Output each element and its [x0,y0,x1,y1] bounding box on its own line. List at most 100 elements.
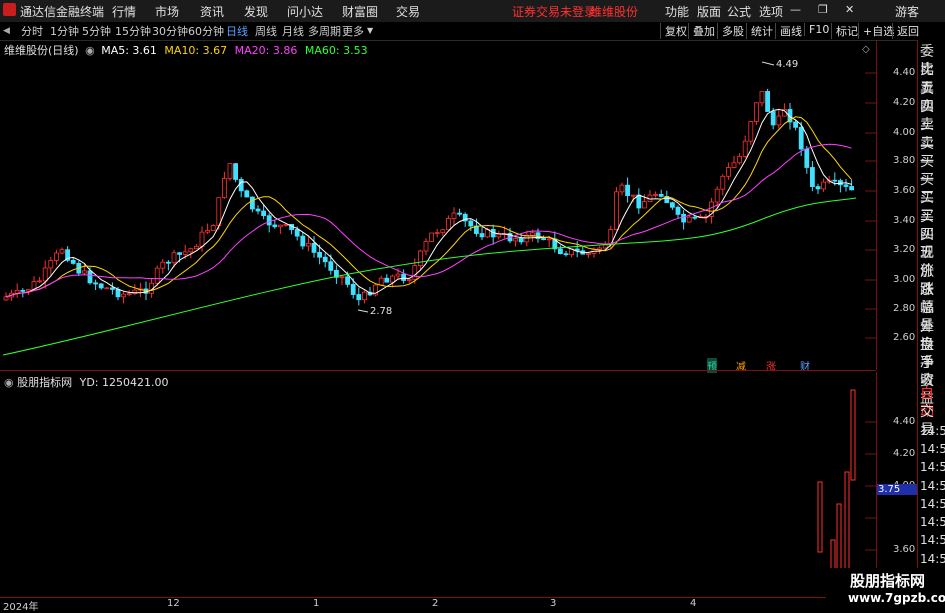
candle-body [597,247,602,250]
candle-body [378,277,384,286]
candle-body [770,111,776,126]
candle-body [115,289,121,298]
menu-jiaoyi[interactable]: 交易 [396,3,420,20]
candle-body [563,253,569,256]
candle-body [199,231,205,247]
tool-huaxian[interactable]: 画线 [775,23,802,39]
candle-body [737,156,742,164]
candle-body [798,126,804,150]
indicator-current-value: 3.75 [877,484,918,495]
x-label-2024: 2024年 [3,602,39,613]
period-60min[interactable]: 60分钟 [188,23,224,39]
period-fenshi[interactable]: 分时 [21,23,43,39]
y-tick-label: 3.40 [893,215,916,226]
tool-biaoji[interactable]: 标记 [831,23,858,39]
candle-body [3,296,9,301]
tool-f10[interactable]: F10 [804,23,829,36]
period-multi[interactable]: 多周期 [308,23,341,39]
tool-diejia[interactable]: 叠加 [688,23,715,39]
minimize-icon[interactable]: — [790,3,801,16]
candle-body [742,140,748,157]
menu-banmian[interactable]: 版面 [697,3,721,20]
tick-time: 14:56 [920,533,945,548]
y-tick-label: 2.80 [893,303,916,314]
collapse-left-icon[interactable]: ◀ [3,26,10,36]
stock-period-label: 维维股份(日线) [4,44,79,57]
legend-toggle-icon[interactable]: ◉ [85,44,95,57]
more-dropdown-icon[interactable]: ▼ [367,26,373,35]
candle-body [160,261,166,269]
candle-body [653,193,658,196]
period-5min[interactable]: 5分钟 [82,23,111,39]
y-tick-label: 4.40 [893,67,916,78]
menu-hangqing[interactable]: 行情 [112,3,136,20]
tool-add-favorite[interactable]: +自选 [858,23,894,39]
candle-body [412,265,418,280]
period-monthly[interactable]: 月线 [282,23,304,39]
candle-body [210,225,216,231]
close-icon[interactable]: ✕ [845,3,854,16]
candle-body [345,276,351,285]
main-chart-settings-icon[interactable]: ◇ [862,44,870,55]
indicator-chart-area[interactable]: ◉ 股朋指标网 YD: 1250421.00 4.404.204.003.603… [0,372,918,597]
trade-login-status[interactable]: 证券交易未登录 [512,3,596,20]
candle-body [104,287,110,290]
tick-time: 14:56 [920,423,945,438]
kline-chart-area[interactable]: 维维股份(日线) ◉ MA5: 3.61 MA10: 3.67 MA20: 3.… [0,40,915,373]
tick-time: 14:56 [920,515,945,530]
candle-body [98,283,104,289]
candle-body [658,193,664,197]
menu-gongshi[interactable]: 公式 [727,3,751,20]
y-tick-label: 4.20 [893,448,916,459]
low-annotation: 2.78 [370,306,393,317]
candle-body [300,235,306,247]
candle-body [395,273,401,277]
watermark-title: 股朋指标网 [850,572,926,590]
candle-body [440,229,446,234]
y-tick-label: 3.60 [893,544,916,555]
restore-icon[interactable]: ❐ [818,3,828,16]
candle-body [417,250,423,266]
candle-body [244,190,250,198]
tool-duogu[interactable]: 多股 [717,23,744,39]
ma10-label: MA10: 3.67 [164,44,228,57]
period-1min[interactable]: 1分钟 [50,23,79,39]
candle-body [793,121,798,128]
tool-tongji[interactable]: 统计 [746,23,773,39]
indicator-toggle-icon[interactable]: ◉ [4,376,14,389]
period-more[interactable]: 更多 [342,23,364,39]
menu-wenxiaoda[interactable]: 问小达 [287,3,323,20]
period-15min[interactable]: 15分钟 [115,23,151,39]
tool-fuquan[interactable]: 复权 [660,23,687,39]
period-weekly[interactable]: 周线 [255,23,277,39]
candle-body [619,184,625,193]
menu-shichang[interactable]: 市场 [155,3,179,20]
candle-body [182,251,188,255]
chart-divider[interactable] [0,370,876,371]
menu-xuanxiang[interactable]: 选项 [759,3,783,20]
menu-caifuquan[interactable]: 财富圈 [342,3,378,20]
candle-body [311,242,317,253]
menu-gongneng[interactable]: 功能 [665,3,689,20]
candle-body [636,194,642,209]
candle-body [188,248,194,253]
candle-body [216,197,222,226]
period-30min[interactable]: 30分钟 [152,23,188,39]
indicator-name[interactable]: 股朋指标网 [17,376,72,389]
indicator-bar [817,481,823,553]
candle-body [714,188,720,203]
candle-body [193,245,199,250]
candle-body [37,280,42,283]
y-tick-label: 2.60 [893,332,916,343]
user-guest[interactable]: 游客 [895,3,919,20]
candle-body [765,91,770,112]
candle-body [249,196,255,210]
ma60-label: MA60: 3.53 [304,44,368,57]
menu-faxian[interactable]: 发现 [244,3,268,20]
ma5-label: MA5: 3.61 [101,44,157,57]
candle-body [670,202,675,208]
menu-zixun[interactable]: 资讯 [200,3,224,20]
period-daily[interactable]: 日线 [226,23,248,39]
tool-back[interactable]: 返回 [892,23,919,39]
candle-body [121,293,126,298]
